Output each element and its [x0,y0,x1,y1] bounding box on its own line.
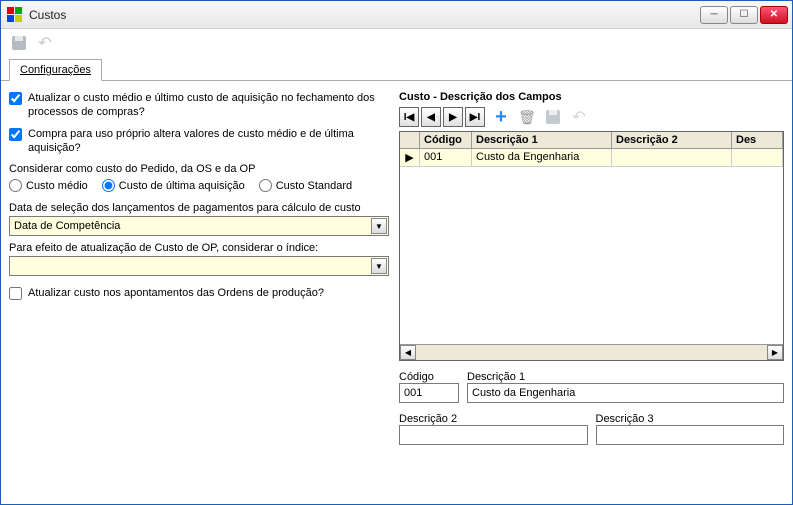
left-panel: Atualizar o custo médio e último custo d… [9,91,389,494]
row-indicator-icon: ▶ [400,149,420,166]
combo-indice-label: Para efeito de atualização de Custo de O… [9,242,389,254]
prev-record-button[interactable]: ◀ [421,107,441,127]
save-icon [12,36,26,50]
app-icon [7,7,23,23]
radio-custo-medio[interactable] [9,179,22,192]
cost-group-label: Considerar como custo do Pedido, da OS e… [9,163,389,175]
chk-atualizar-custo-medio[interactable] [9,92,22,105]
scroll-right-button[interactable]: ▶ [767,345,783,360]
combo-data-selecao[interactable]: Data de Competência ▼ [9,216,389,236]
radio-custo-ultima[interactable] [102,179,115,192]
edit-d1-label: Descrição 1 [467,371,784,383]
combo-data-label: Data de seleção dos lançamentos de pagam… [9,202,389,214]
grid-body[interactable]: ▶ 001 Custo da Engenharia [400,149,783,344]
undo-record-button[interactable]: ↶ [569,107,589,127]
grid-header-d2[interactable]: Descrição 2 [612,132,732,148]
grid-h-scrollbar[interactable]: ◀ ▶ [400,344,783,360]
grid: Código Descrição 1 Descrição 2 Des ▶ 001… [399,131,784,361]
grid-header-selector[interactable] [400,132,420,148]
grid-header-d3[interactable]: Des [732,132,783,148]
close-button[interactable]: ✕ [760,6,788,24]
chevron-down-icon: ▼ [371,258,387,274]
radio-custo-standard[interactable] [259,179,272,192]
window-controls: ─ ☐ ✕ [700,6,788,24]
save-icon [546,110,560,124]
cost-radio-group: Custo médio Custo de última aquisição Cu… [9,179,389,192]
grid-row[interactable]: ▶ 001 Custo da Engenharia [400,149,783,167]
cell-codigo[interactable]: 001 [420,149,472,166]
edit-d1-input[interactable] [467,383,784,403]
content-area: Atualizar o custo médio e último custo d… [1,81,792,504]
tab-bar: Configurações [1,57,792,81]
chk-compra-uso-proprio-label: Compra para uso próprio altera valores d… [28,127,389,155]
grid-header: Código Descrição 1 Descrição 2 Des [400,132,783,149]
delete-record-button[interactable]: 🗑 [517,107,537,127]
cell-d1[interactable]: Custo da Engenharia [472,149,612,166]
app-window: Custos ─ ☐ ✕ ↶ Configurações Atualizar o… [0,0,793,505]
chk-compra-uso-proprio[interactable] [9,128,22,141]
save-record-button[interactable] [543,107,563,127]
chevron-down-icon: ▼ [371,218,387,234]
grid-header-d1[interactable]: Descrição 1 [472,132,612,148]
maximize-button[interactable]: ☐ [730,6,758,24]
edit-d3-label: Descrição 3 [596,413,785,425]
radio-custo-ultima-label: Custo de última aquisição [119,180,245,192]
section-title: Custo - Descrição dos Campos [399,91,784,103]
grid-header-codigo[interactable]: Código [420,132,472,148]
next-record-button[interactable]: ▶ [443,107,463,127]
radio-custo-standard-label: Custo Standard [276,180,352,192]
window-title: Custos [29,8,700,22]
radio-custo-medio-label: Custo médio [26,180,88,192]
combo-indice[interactable]: ▼ [9,256,389,276]
chk-atualizar-apontamentos-label: Atualizar custo nos apontamentos das Ord… [28,286,324,300]
last-record-button[interactable]: ▶I [465,107,485,127]
undo-button[interactable]: ↶ [35,33,55,53]
first-record-button[interactable]: I◀ [399,107,419,127]
edit-d2-label: Descrição 2 [399,413,588,425]
scroll-track[interactable] [416,345,767,360]
combo-data-value: Data de Competência [14,220,120,232]
edit-d3-input[interactable] [596,425,785,445]
minimize-button[interactable]: ─ [700,6,728,24]
edit-codigo-input[interactable] [399,383,459,403]
main-toolbar: ↶ [1,29,792,57]
record-nav-toolbar: I◀ ◀ ▶ ▶I + 🗑 ↶ [399,107,784,127]
chk-atualizar-custo-medio-label: Atualizar o custo médio e último custo d… [28,91,389,119]
scroll-left-button[interactable]: ◀ [400,345,416,360]
edit-d2-input[interactable] [399,425,588,445]
right-panel: Custo - Descrição dos Campos I◀ ◀ ▶ ▶I +… [399,91,784,494]
add-record-button[interactable]: + [491,107,511,127]
cell-d2[interactable] [612,149,732,166]
tab-configuracoes[interactable]: Configurações [9,59,102,81]
cell-d3[interactable] [732,149,783,166]
titlebar[interactable]: Custos ─ ☐ ✕ [1,1,792,29]
chk-atualizar-apontamentos[interactable] [9,287,22,300]
save-button[interactable] [9,33,29,53]
edit-codigo-label: Código [399,371,459,383]
